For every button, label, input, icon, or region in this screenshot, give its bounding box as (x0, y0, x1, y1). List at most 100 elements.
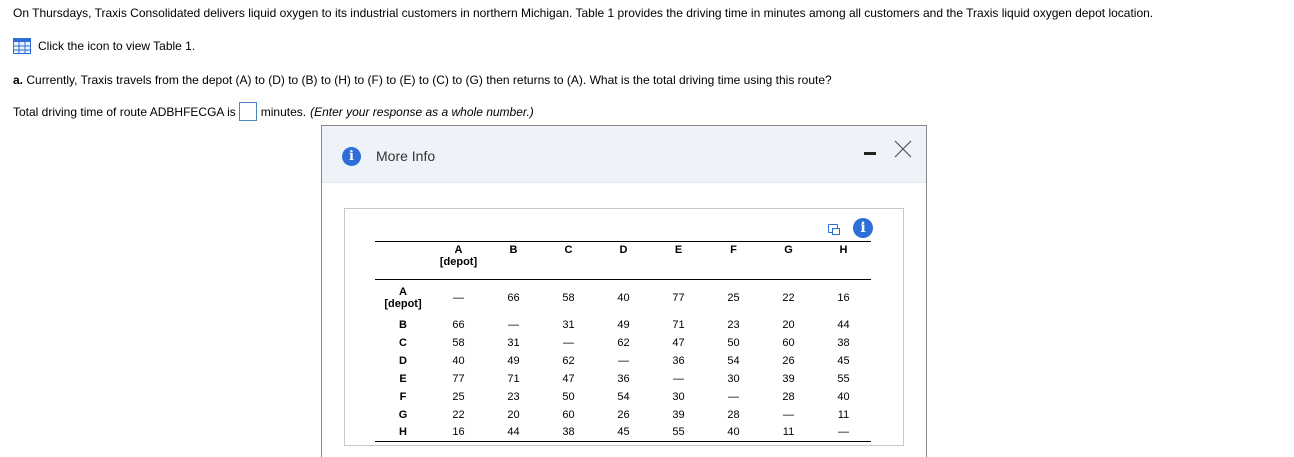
row-header: E (399, 372, 407, 385)
info-icon: i (342, 147, 361, 166)
dialog-header: i More Info (322, 126, 926, 183)
table-cell: 60 (562, 408, 575, 421)
table-cell: 25 (452, 390, 465, 403)
table-cell: — (728, 390, 739, 403)
table-cell: 30 (727, 372, 740, 385)
table-icon[interactable] (13, 38, 31, 54)
table-cell: 40 (837, 390, 850, 403)
row-header: G (398, 408, 408, 421)
table-row: E 77 71 47 36 — 30 39 55 (375, 370, 871, 388)
column-header: E (651, 241, 706, 280)
row-header: B (399, 318, 407, 331)
table-cell: 36 (672, 354, 685, 367)
table-cell: 26 (617, 408, 630, 421)
table-cell: 54 (727, 354, 740, 367)
row-header: A [depot] (384, 285, 422, 310)
question-text: a. Currently, Traxis travels from the de… (13, 73, 832, 87)
table-cell: — (673, 372, 684, 385)
table-cell: 23 (727, 318, 740, 331)
table-cell: — (618, 354, 629, 367)
table-cell: 38 (541, 423, 596, 442)
table-cell: 39 (782, 372, 795, 385)
dialog-title: More Info (376, 148, 436, 164)
table-cell: 23 (507, 390, 520, 403)
more-info-dialog: i More Info i A [depot] B C D E F G H A [depot] —6… (321, 125, 927, 457)
answer-input[interactable] (238, 102, 257, 121)
table-cell: 16 (837, 291, 850, 304)
table-row: F 25 23 50 54 30 — 28 40 (375, 388, 871, 406)
row-header: D (399, 354, 407, 367)
table-cell: 60 (782, 336, 795, 349)
table-cell: 50 (727, 336, 740, 349)
table-cell: — (563, 336, 574, 349)
table-cell: 20 (507, 408, 520, 421)
close-icon[interactable] (894, 140, 912, 158)
table-row: H 16 44 38 45 55 40 11— (375, 423, 871, 442)
table-panel: i A [depot] B C D E F G H A [depot] —66 58 40 77 25 22 1… (344, 208, 904, 446)
table-cell: 49 (617, 318, 630, 331)
column-header: G (761, 241, 816, 280)
table-cell: 71 (507, 372, 520, 385)
view-table-link[interactable]: Click the icon to view Table 1. (13, 38, 195, 54)
table-cell: 44 (486, 423, 541, 442)
table-cell: 45 (837, 354, 850, 367)
minimize-button[interactable] (863, 145, 877, 159)
column-header: B (486, 241, 541, 280)
table-cell: 22 (782, 291, 795, 304)
table-cell: 25 (727, 291, 740, 304)
table-cell: 28 (782, 390, 795, 403)
info-icon[interactable]: i (853, 218, 873, 238)
column-header: C (541, 241, 596, 280)
table-header-row: A [depot] B C D E F G H (375, 241, 871, 280)
driving-time-table: A [depot] B C D E F G H A [depot] —66 58 40 77 25 22 16 B… (375, 241, 871, 442)
table-cell: 58 (452, 336, 465, 349)
copy-icon[interactable] (828, 224, 840, 235)
answer-label: Total driving time of route ADBHFECGA is (13, 104, 236, 119)
column-header: D (596, 241, 651, 280)
table-cell: — (783, 408, 794, 421)
answer-suffix: minutes. (260, 104, 307, 119)
table-cell: 45 (596, 423, 651, 442)
column-header: F (706, 241, 761, 280)
intro-text: On Thursdays, Traxis Consolidated delive… (13, 6, 1154, 20)
row-header: H (375, 423, 431, 442)
table-cell: 49 (507, 354, 520, 367)
table-cell: 47 (672, 336, 685, 349)
table-cell: 71 (672, 318, 685, 331)
table-cell: 31 (507, 336, 520, 349)
table-cell: 40 (452, 354, 465, 367)
table-cell: 77 (452, 372, 465, 385)
table-cell: 16 (431, 423, 486, 442)
table-cell: 50 (562, 390, 575, 403)
table-cell: 55 (837, 372, 850, 385)
table-cell: 36 (617, 372, 630, 385)
table-row: B 66 — 31 49 71 23 20 44 (375, 316, 871, 334)
corner-cell (375, 241, 431, 280)
table-cell: — (453, 291, 464, 304)
answer-note: (Enter your response as a whole number.) (310, 104, 534, 119)
table-cell: — (816, 423, 871, 442)
question-body: Currently, Traxis travels from the depot… (23, 73, 832, 87)
table-cell: — (508, 318, 519, 331)
table-cell: 44 (837, 318, 850, 331)
table-cell: 77 (672, 291, 685, 304)
table-cell: 31 (562, 318, 575, 331)
table-cell: 66 (452, 318, 465, 331)
table-cell: 55 (651, 423, 706, 442)
table-cell: 54 (617, 390, 630, 403)
table-cell: 28 (727, 408, 740, 421)
table-cell: 47 (562, 372, 575, 385)
table-cell: 22 (452, 408, 465, 421)
question-prefix: a. (13, 73, 24, 87)
table-cell: 26 (782, 354, 795, 367)
table-cell: 30 (672, 390, 685, 403)
column-header: H (816, 241, 871, 280)
table-row: G 22 20 60 26 39 28 — 11 (375, 406, 871, 424)
column-header: A [depot] (431, 241, 486, 280)
view-table-text[interactable]: Click the icon to view Table 1. (38, 39, 195, 53)
row-header: C (399, 336, 407, 349)
table-cell: 11 (761, 423, 816, 442)
row-header: F (399, 390, 407, 403)
answer-line: Total driving time of route ADBHFECGA is… (13, 102, 534, 121)
table-row: A [depot] — 66 58 40 77 25 22 16 (375, 280, 871, 316)
